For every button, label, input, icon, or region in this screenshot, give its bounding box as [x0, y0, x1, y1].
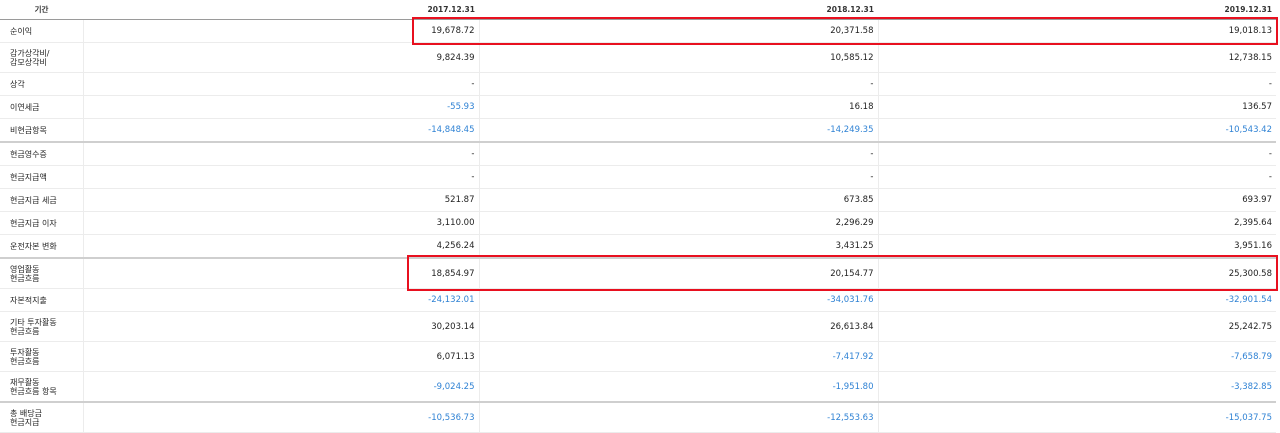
- table-row: 총 배당금 현금지급 -10,536.73 -12,553.63 -15,037.75: [0, 401, 1276, 433]
- row-label: 운전자본 변화: [0, 234, 84, 259]
- table-row: 현금지급 세금 521.87 673.85 693.97: [0, 188, 1276, 212]
- cell-value: -: [878, 165, 1276, 189]
- cell-value: 2,395.64: [878, 211, 1276, 235]
- period-header-2017[interactable]: 2017.12.31: [83, 0, 479, 20]
- cell-value: -: [878, 72, 1276, 96]
- table-row: 감가상각비/감모상각비 9,824.39 10,585.12 12,738.15: [0, 42, 1276, 73]
- table-row: 현금지급 이자 3,110.00 2,296.29 2,395.64: [0, 211, 1276, 235]
- cell-value: 136.57: [878, 95, 1276, 119]
- table-row: 운전자본 변화 4,256.24 3,431.25 3,951.16: [0, 234, 1276, 259]
- cell-value: 16.18: [479, 95, 879, 119]
- cell-value: -14,249.35: [479, 118, 879, 143]
- cell-value: -: [83, 72, 480, 96]
- table-row: 자본적지출 -24,132.01 -34,031.76 -32,901.54: [0, 288, 1276, 312]
- table-body: 순이익 19,678.72 20,371.58 19,018.13 감가상각비/감모상각…: [0, 19, 1276, 433]
- row-label: 순이익: [0, 19, 84, 43]
- cell-value: 3,951.16: [878, 234, 1276, 259]
- cell-value: -7,417.92: [479, 341, 879, 372]
- cell-value: -24,132.01: [83, 288, 480, 312]
- table-row: 현금영수증 - - -: [0, 141, 1276, 166]
- cell-value: 25,242.75: [878, 311, 1276, 342]
- row-label: 현금영수증: [0, 141, 84, 166]
- row-label: 감가상각비/감모상각비: [0, 42, 84, 73]
- table-row: 비현금항목 -14,848.45 -14,249.35 -10,543.42: [0, 118, 1276, 143]
- cash-flow-table: 기간 2017.12.31 2018.12.31 2019.12.31 순이익 1…: [0, 0, 1276, 433]
- table-row: 투자활동 현금흐름 6,071.13 -7,417.92 -7,658.79: [0, 341, 1276, 372]
- cell-value: -10,536.73: [83, 401, 480, 433]
- cell-value: 3,110.00: [83, 211, 480, 235]
- row-label: 비현금항목: [0, 118, 84, 143]
- cell-value: 19,678.72: [83, 19, 480, 43]
- row-label: 현금지급 이자: [0, 211, 84, 235]
- cell-value: 3,431.25: [479, 234, 879, 259]
- cell-value: -: [83, 165, 480, 189]
- cell-value: 673.85: [479, 188, 879, 212]
- cell-value: -32,901.54: [878, 288, 1276, 312]
- table-header-row: 기간 2017.12.31 2018.12.31 2019.12.31: [0, 0, 1276, 20]
- table-row: 기타 투자활동 현금흐름 30,203.14 26,613.84 25,242.75: [0, 311, 1276, 342]
- cell-value: -14,848.45: [83, 118, 480, 143]
- cell-value: -: [479, 141, 879, 166]
- cell-value: 693.97: [878, 188, 1276, 212]
- cell-value: 26,613.84: [479, 311, 879, 342]
- row-label: 영업활동 현금흐름: [0, 257, 84, 289]
- cell-value: -34,031.76: [479, 288, 879, 312]
- cell-value: 25,300.58: [878, 257, 1276, 289]
- table-row: 이연세금 -55.93 16.18 136.57: [0, 95, 1276, 119]
- cell-value: -: [479, 72, 879, 96]
- cell-value: 10,585.12: [479, 42, 879, 73]
- cell-value: -12,553.63: [479, 401, 879, 433]
- row-label: 상각: [0, 72, 84, 96]
- cell-value: -: [878, 141, 1276, 166]
- row-label: 총 배당금 현금지급: [0, 401, 84, 433]
- cell-value: 20,154.77: [479, 257, 879, 289]
- cell-value: 9,824.39: [83, 42, 480, 73]
- table-row: 재무활동 현금흐름 항목 -9,024.25 -1,951.80 -3,382.85: [0, 371, 1276, 403]
- table-row: 순이익 19,678.72 20,371.58 19,018.13: [0, 19, 1276, 43]
- row-label: 현금지급 세금: [0, 188, 84, 212]
- row-label: 기타 투자활동 현금흐름: [0, 311, 84, 342]
- cell-value: -3,382.85: [878, 371, 1276, 403]
- period-header-2018[interactable]: 2018.12.31: [479, 0, 878, 20]
- cell-value: -: [479, 165, 879, 189]
- cell-value: -55.93: [83, 95, 480, 119]
- cell-value: 19,018.13: [878, 19, 1276, 43]
- row-label: 이연세금: [0, 95, 84, 119]
- cell-value: -7,658.79: [878, 341, 1276, 372]
- row-label: 투자활동 현금흐름: [0, 341, 84, 372]
- cell-value: 6,071.13: [83, 341, 480, 372]
- period-header-label: 기간: [0, 0, 83, 20]
- table-row: 현금지급액 - - -: [0, 165, 1276, 189]
- table-row: 영업활동 현금흐름 18,854.97 20,154.77 25,300.58: [0, 257, 1276, 289]
- row-label: 현금지급액: [0, 165, 84, 189]
- cell-value: -15,037.75: [878, 401, 1276, 433]
- row-label: 재무활동 현금흐름 항목: [0, 371, 84, 403]
- cell-value: 20,371.58: [479, 19, 879, 43]
- cell-value: 18,854.97: [83, 257, 480, 289]
- cell-value: 521.87: [83, 188, 480, 212]
- cell-value: -9,024.25: [83, 371, 480, 403]
- row-label: 자본적지출: [0, 288, 84, 312]
- cell-value: 12,738.15: [878, 42, 1276, 73]
- cell-value: 30,203.14: [83, 311, 480, 342]
- cell-value: 4,256.24: [83, 234, 480, 259]
- table-row: 상각 - - -: [0, 72, 1276, 96]
- cell-value: -1,951.80: [479, 371, 879, 403]
- period-header-2019[interactable]: 2019.12.31: [878, 0, 1276, 20]
- cell-value: 2,296.29: [479, 211, 879, 235]
- cell-value: -: [83, 141, 480, 166]
- cell-value: -10,543.42: [878, 118, 1276, 143]
